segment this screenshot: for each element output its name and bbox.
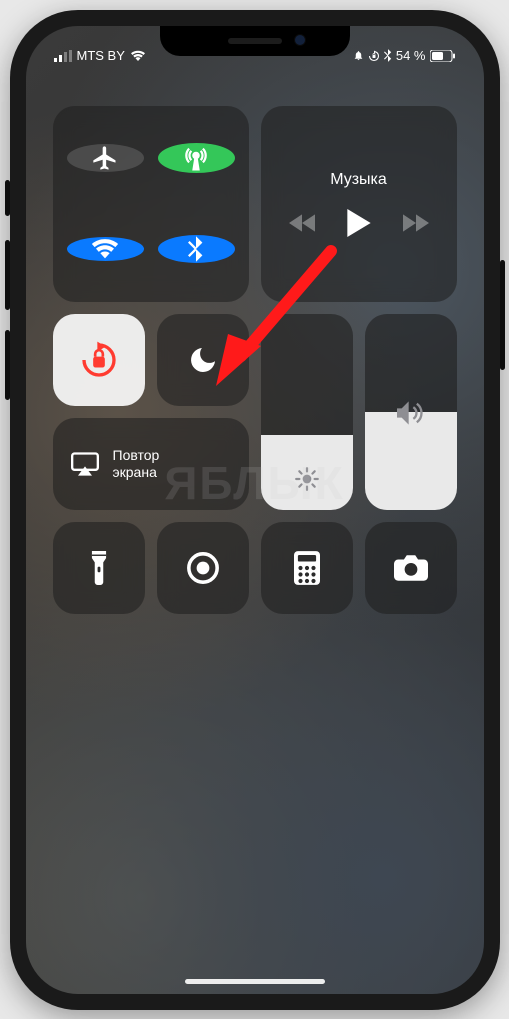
sun-icon <box>294 466 320 492</box>
mute-switch <box>5 180 10 216</box>
orientation-lock-icon <box>79 340 119 380</box>
flashlight-icon <box>90 551 108 585</box>
calculator-icon <box>294 551 320 585</box>
play-icon <box>347 209 371 237</box>
control-center: Музыка <box>26 86 484 634</box>
orientation-lock-toggle[interactable] <box>53 314 145 406</box>
camera-button[interactable] <box>365 522 457 614</box>
battery-percent: 54 % <box>396 48 426 63</box>
do-not-disturb-toggle[interactable] <box>157 314 249 406</box>
notch <box>160 26 350 56</box>
brightness-slider[interactable] <box>261 314 353 510</box>
next-track-button[interactable] <box>403 214 429 232</box>
airplane-mode-toggle[interactable] <box>67 144 144 172</box>
play-button[interactable] <box>347 209 371 237</box>
phone-frame: MTS BY 54 % ЯБЛЫК <box>10 10 500 1010</box>
previous-track-button[interactable] <box>289 214 315 232</box>
media-controls <box>289 209 429 237</box>
timer-icon <box>186 551 220 585</box>
speaker-icon <box>397 401 425 425</box>
battery-icon <box>430 50 456 62</box>
orientation-lock-status-icon <box>368 50 380 62</box>
backward-icon <box>289 214 315 232</box>
bluetooth-toggle[interactable] <box>158 235 235 263</box>
bluetooth-icon <box>188 235 204 263</box>
flashlight-button[interactable] <box>53 522 145 614</box>
volume-slider[interactable] <box>365 314 457 510</box>
airplane-icon <box>91 144 119 172</box>
screen: MTS BY 54 % ЯБЛЫК <box>26 26 484 994</box>
cellular-signal-icon <box>54 50 72 62</box>
screen-mirroring-label: Повтор экрана <box>113 447 160 481</box>
carrier-label: MTS BY <box>77 48 125 63</box>
airplay-icon <box>71 452 99 476</box>
status-left: MTS BY <box>54 41 146 71</box>
volume-up-button <box>5 240 10 310</box>
media-title: Музыка <box>330 171 387 189</box>
calculator-button[interactable] <box>261 522 353 614</box>
screen-mirroring-button[interactable]: Повтор экрана <box>53 418 249 510</box>
wifi-icon <box>90 237 120 261</box>
alarm-icon <box>353 50 364 61</box>
power-button <box>500 260 505 370</box>
connectivity-panel[interactable] <box>53 106 249 302</box>
timer-button[interactable] <box>157 522 249 614</box>
moon-icon <box>187 344 219 376</box>
wifi-toggle[interactable] <box>67 237 144 261</box>
volume-fill <box>365 412 457 510</box>
home-indicator[interactable] <box>185 979 325 984</box>
cellular-antenna-icon <box>181 143 211 173</box>
forward-icon <box>403 214 429 232</box>
wifi-icon <box>130 50 146 62</box>
camera-icon <box>394 555 428 581</box>
volume-down-button <box>5 330 10 400</box>
status-right: 54 % <box>353 41 456 71</box>
media-panel[interactable]: Музыка <box>261 106 457 302</box>
bluetooth-status-icon <box>384 49 392 62</box>
cellular-data-toggle[interactable] <box>158 143 235 173</box>
